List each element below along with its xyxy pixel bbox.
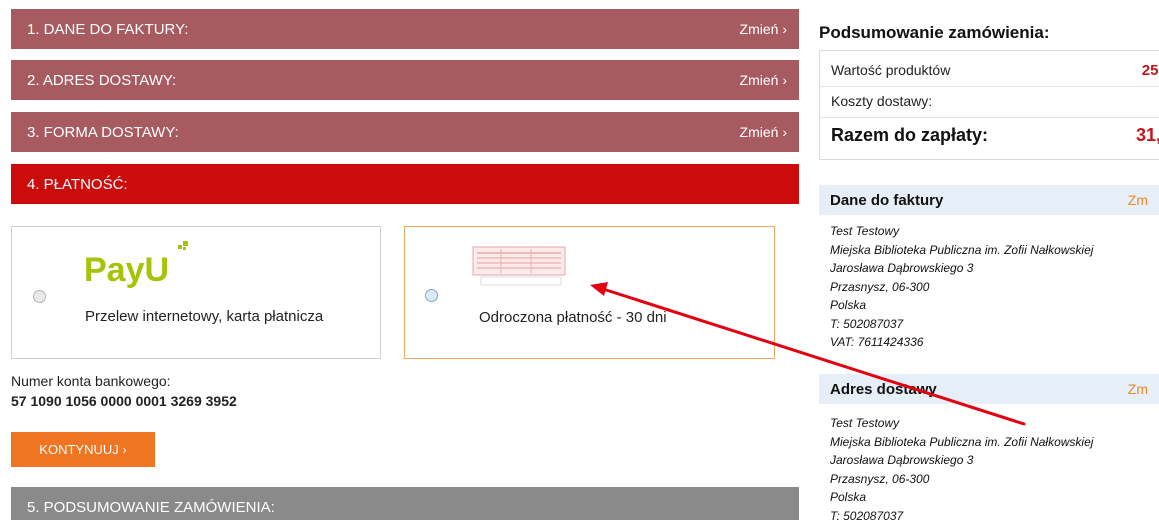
invoice-line: VAT: 7611424336 bbox=[830, 335, 924, 349]
total-value: 31,2 bbox=[1135, 125, 1159, 145]
invoice-document-icon bbox=[472, 246, 566, 286]
step-delivery-method: 3. FORMA DOSTAWY: Zmień › bbox=[11, 112, 799, 152]
summary-box: Wartość produktów 25,7 Koszty dostawy: 5… bbox=[819, 50, 1159, 160]
delivery-address-details: Test Testowy Miejska Biblioteka Publiczn… bbox=[830, 414, 1093, 520]
change-delivery-link[interactable]: Zmień › bbox=[740, 124, 787, 140]
payu-logo-text: PayU bbox=[84, 251, 169, 289]
shipping-label: Koszty dostawy: bbox=[831, 93, 933, 109]
delivery-line: Test Testowy bbox=[830, 416, 900, 430]
payment-option-deferred[interactable]: Odroczona płatność - 30 dni bbox=[404, 226, 775, 359]
invoice-line: T: 502087037 bbox=[830, 316, 904, 331]
products-value-row: Wartość produktów 25,7 bbox=[831, 62, 1159, 79]
delivery-line: Jarosława Dąbrowskiego 3 bbox=[830, 453, 974, 467]
shipping-cost-row: Koszty dostawy: 5, bbox=[831, 93, 1159, 109]
products-value: 25,7 bbox=[1141, 62, 1159, 79]
change-address-link[interactable]: Zmień › bbox=[740, 72, 787, 88]
step-invoice-data: 1. DANE DO FAKTURY: Zmień › bbox=[11, 9, 799, 49]
delivery-line: Polska bbox=[830, 490, 867, 504]
payment-option-label: Odroczona płatność - 30 dni bbox=[479, 309, 667, 326]
delivery-address-title: Adres dostawy bbox=[830, 380, 937, 398]
invoice-data-details: Test Testowy Miejska Biblioteka Publiczn… bbox=[830, 222, 1093, 352]
bank-account-number: 57 1090 1056 0000 0001 3269 3952 bbox=[11, 393, 237, 409]
summary-title: Podsumowanie zamówienia: bbox=[819, 23, 1050, 42]
delivery-line: Przasnysz, 06-300 bbox=[830, 471, 930, 486]
payment-option-payu[interactable]: PayU Przelew internetowy, karta płatnicz… bbox=[11, 226, 381, 359]
invoice-line: Polska bbox=[830, 298, 867, 312]
total-row: Razem do zapłaty: 31,2 bbox=[831, 125, 1159, 146]
payu-logo-icon: PayU bbox=[84, 241, 188, 289]
invoice-line: Przasnysz, 06-300 bbox=[830, 279, 930, 294]
invoice-line: Jarosława Dąbrowskiego 3 bbox=[830, 261, 974, 275]
invoice-data-title: Dane do faktury bbox=[830, 191, 944, 209]
bank-account-label: Numer konta bankowego: bbox=[11, 373, 171, 389]
continue-button[interactable]: KONTYNUUJ › bbox=[11, 432, 155, 467]
step-title: 5. PODSUMOWANIE ZAMÓWIENIA: bbox=[27, 498, 275, 516]
invoice-change-link[interactable]: Zm bbox=[1128, 192, 1148, 208]
divider bbox=[820, 86, 1159, 87]
total-label: Razem do zapłaty: bbox=[831, 125, 989, 145]
delivery-address-header: Adres dostawy Zm bbox=[819, 374, 1159, 404]
invoice-line: Miejska Biblioteka Publiczna im. Zofii N… bbox=[830, 242, 1094, 257]
step-title: 4. PŁATNOŚĆ: bbox=[27, 175, 128, 193]
delivery-line: Miejska Biblioteka Publiczna im. Zofii N… bbox=[830, 434, 1094, 449]
payment-option-label: Przelew internetowy, karta płatnicza bbox=[85, 308, 324, 325]
delivery-line: T: 502087037 bbox=[830, 508, 904, 520]
radio-payu[interactable] bbox=[33, 290, 46, 303]
change-invoice-link[interactable]: Zmień › bbox=[740, 21, 787, 37]
invoice-line: Test Testowy bbox=[830, 224, 900, 238]
divider bbox=[820, 117, 1159, 118]
products-label: Wartość produktów bbox=[831, 62, 951, 78]
invoice-data-header: Dane do faktury Zm bbox=[819, 185, 1159, 215]
step-title: 2. ADRES DOSTAWY: bbox=[27, 71, 177, 89]
step-payment: 4. PŁATNOŚĆ: bbox=[11, 164, 799, 204]
step-order-summary: 5. PODSUMOWANIE ZAMÓWIENIA: bbox=[11, 487, 799, 520]
step-delivery-address: 2. ADRES DOSTAWY: Zmień › bbox=[11, 60, 799, 100]
radio-deferred[interactable] bbox=[425, 289, 438, 302]
step-title: 1. DANE DO FAKTURY: bbox=[27, 20, 189, 38]
delivery-change-link[interactable]: Zm bbox=[1128, 381, 1148, 397]
step-title: 3. FORMA DOSTAWY: bbox=[27, 123, 179, 141]
